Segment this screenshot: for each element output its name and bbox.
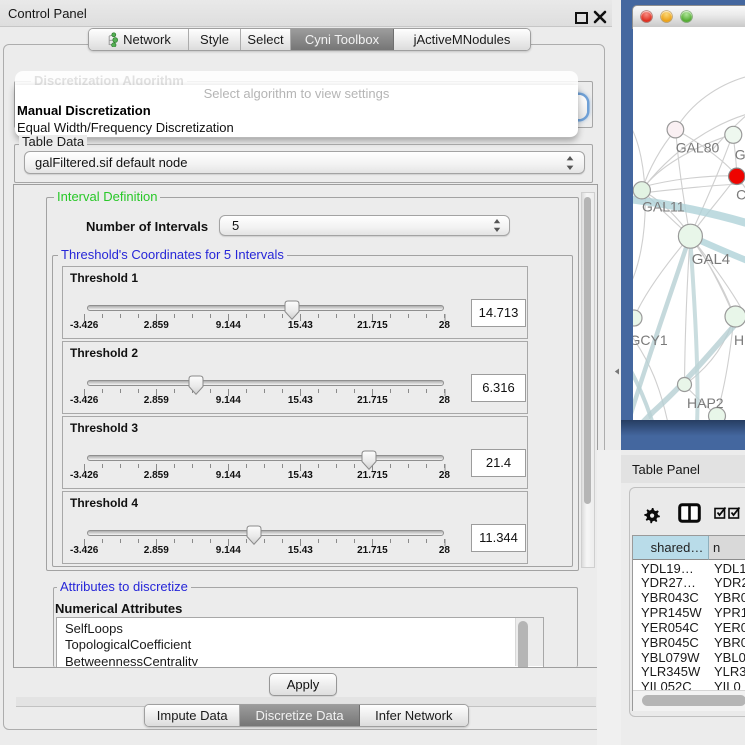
svg-text:GA: GA [735,147,745,163]
svg-text:GCY1: GCY1 [633,332,668,348]
svg-text:GAL11: GAL11 [642,199,685,215]
svg-text:H: H [734,332,744,348]
svg-text:GAL80: GAL80 [676,140,720,156]
svg-text:GAL4: GAL4 [692,251,730,268]
svg-text:C: C [736,187,745,203]
svg-text:HAP2: HAP2 [687,395,724,411]
